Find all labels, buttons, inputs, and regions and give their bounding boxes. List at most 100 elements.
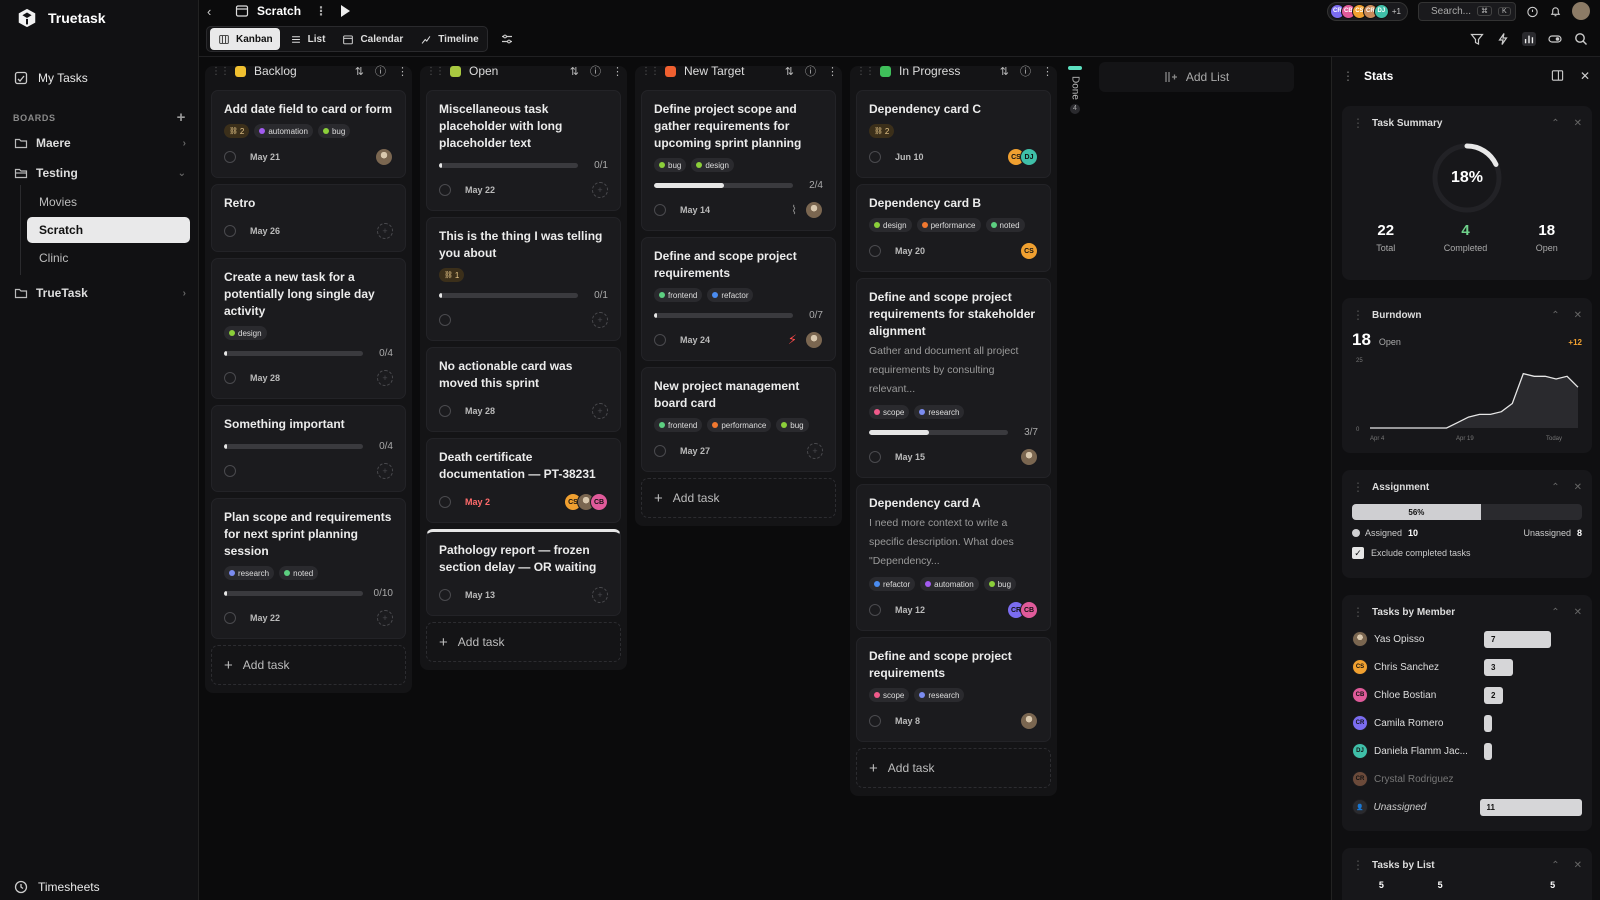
task-card[interactable]: Dependency card C ⛓ 2 Jun 10 CS DJ <box>856 90 1051 178</box>
due-date[interactable]: May 22 <box>250 613 280 623</box>
complete-checkbox[interactable] <box>224 225 236 237</box>
assignee-avatars[interactable]: CS CB <box>564 493 608 511</box>
add-assignee-icon[interactable]: + <box>592 182 608 198</box>
due-date[interactable]: May 27 <box>680 446 710 456</box>
complete-checkbox[interactable] <box>224 372 236 384</box>
complete-checkbox[interactable] <box>869 715 881 727</box>
assignee-avatars[interactable]: CS <box>1020 242 1038 260</box>
task-card[interactable]: Plan scope and requirements for next spr… <box>211 498 406 639</box>
sidebar-board-truetask[interactable]: TrueTask › <box>14 281 186 305</box>
collapse-icon[interactable]: ⌃ <box>1551 482 1559 493</box>
add-assignee-icon[interactable]: + <box>377 463 393 479</box>
add-board-icon[interactable]: + <box>177 110 186 125</box>
chevron-right-icon[interactable]: › <box>183 288 186 299</box>
member-row[interactable]: Yas Opisso 7 <box>1352 625 1582 653</box>
task-card[interactable]: Death certificate documentation — PT-382… <box>426 438 621 523</box>
complete-checkbox[interactable] <box>439 589 451 601</box>
member-avatars[interactable]: CR CB CS CR DJ +1 <box>1326 1 1408 21</box>
due-date[interactable]: May 28 <box>250 373 280 383</box>
tag-research[interactable]: research <box>914 405 965 419</box>
collapse-icon[interactable]: ⌃ <box>1551 310 1559 321</box>
add-assignee-icon[interactable]: + <box>592 312 608 328</box>
close-icon[interactable]: ✕ <box>1574 310 1582 321</box>
due-date[interactable]: May 22 <box>465 185 495 195</box>
add-list-button[interactable]: Add List <box>1099 62 1294 92</box>
add-assignee-icon[interactable]: + <box>377 223 393 239</box>
task-card[interactable]: Miscellaneous task placeholder with long… <box>426 90 621 211</box>
tag-noted[interactable]: noted <box>279 566 319 580</box>
complete-checkbox[interactable] <box>439 184 451 196</box>
due-date[interactable]: May 26 <box>250 226 280 236</box>
drag-handle-icon[interactable]: ⋮⋮ <box>641 66 660 77</box>
dock-panel-icon[interactable] <box>1551 69 1564 82</box>
sidebar-item-movies[interactable]: Movies <box>27 189 190 215</box>
bell-icon[interactable] <box>1549 5 1562 18</box>
tag-noted[interactable]: noted <box>985 218 1025 232</box>
tag-research[interactable]: research <box>224 566 275 580</box>
close-icon[interactable]: ✕ <box>1574 860 1582 871</box>
column-menu-icon[interactable]: ⋮ <box>397 65 408 78</box>
collapse-icon[interactable]: ⌃ <box>1551 118 1559 129</box>
task-card[interactable]: Retro May 26 + <box>211 184 406 252</box>
info-icon[interactable]: ⓘ <box>805 63 816 79</box>
task-card[interactable]: Dependency card B design performance noted M… <box>856 184 1051 272</box>
sort-icon[interactable]: ⇅ <box>355 65 364 78</box>
tab-list[interactable]: List <box>282 28 333 50</box>
chevron-down-icon[interactable]: ⌄ <box>178 168 186 179</box>
assignee-avatars[interactable] <box>1020 448 1038 466</box>
tag-scope[interactable]: scope <box>869 405 910 419</box>
toggle-icon[interactable] <box>1548 32 1562 46</box>
tag-bug[interactable]: bug <box>317 124 351 138</box>
task-card[interactable]: Define and scope project requirements fo… <box>856 278 1051 478</box>
sidebar-item-scratch[interactable]: Scratch <box>27 217 190 243</box>
tab-timeline[interactable]: Timeline <box>412 28 485 50</box>
complete-checkbox[interactable] <box>224 151 236 163</box>
checkbox-checked-icon[interactable]: ✓ <box>1352 547 1364 559</box>
complete-checkbox[interactable] <box>439 496 451 508</box>
due-date[interactable]: May 8 <box>895 716 920 726</box>
info-icon[interactable]: ⓘ <box>375 63 386 79</box>
task-card[interactable]: This is the thing I was telling you abou… <box>426 217 621 341</box>
assignee-avatars[interactable] <box>805 201 823 219</box>
add-assignee-icon[interactable]: + <box>377 610 393 626</box>
complete-checkbox[interactable] <box>654 204 666 216</box>
member-row[interactable]: DJ Daniela Flamm Jac... <box>1352 737 1582 765</box>
due-date[interactable]: Jun 10 <box>895 152 924 162</box>
drag-handle-icon[interactable]: ⋮⋮ <box>211 66 230 77</box>
complete-checkbox[interactable] <box>439 405 451 417</box>
add-task-button[interactable]: + Add task <box>211 645 406 685</box>
dependency-badge[interactable]: ⛓ 1 <box>439 268 465 282</box>
task-card[interactable]: Create a new task for a potentially long… <box>211 258 406 399</box>
tag-automation[interactable]: automation <box>920 577 979 591</box>
info-icon[interactable]: ⓘ <box>590 63 601 79</box>
close-icon[interactable]: ✕ <box>1574 482 1582 493</box>
tag-refactor[interactable]: refactor <box>869 577 916 591</box>
tab-calendar[interactable]: Calendar <box>334 28 410 50</box>
due-date[interactable]: May 21 <box>250 152 280 162</box>
exclude-completed-toggle[interactable]: ✓ Exclude completed tasks <box>1352 547 1582 559</box>
stats-chart-icon[interactable] <box>1522 32 1536 46</box>
due-date[interactable]: May 20 <box>895 246 925 256</box>
complete-checkbox[interactable] <box>869 245 881 257</box>
nav-my-tasks[interactable]: My Tasks <box>14 66 198 90</box>
complete-checkbox[interactable] <box>654 445 666 457</box>
due-date[interactable]: May 15 <box>895 452 925 462</box>
sort-icon[interactable]: ⇅ <box>785 65 794 78</box>
task-card[interactable]: Dependency card A I need more context to … <box>856 484 1051 631</box>
drag-handle-icon[interactable]: ⋮⋮ <box>426 66 445 77</box>
due-date[interactable]: May 13 <box>465 590 495 600</box>
complete-checkbox[interactable] <box>869 451 881 463</box>
task-card[interactable]: Add date field to card or form ⛓ 2 automati… <box>211 90 406 178</box>
tab-kanban[interactable]: Kanban <box>210 28 280 50</box>
drag-handle-icon[interactable]: ⋮ <box>1352 308 1364 322</box>
complete-checkbox[interactable] <box>869 604 881 616</box>
search-input[interactable]: Search... ⌘ K <box>1418 1 1516 21</box>
board-menu-icon[interactable]: ⋮ <box>315 4 327 18</box>
tag-frontend[interactable]: frontend <box>654 418 703 432</box>
column-menu-icon[interactable]: ⋮ <box>1042 65 1053 78</box>
dependency-badge[interactable]: ⛓ 2 <box>869 124 895 138</box>
drag-handle-icon[interactable]: ⋮ <box>1352 605 1364 619</box>
assignee-avatars[interactable]: CS DJ <box>1007 148 1038 166</box>
drag-handle-icon[interactable]: ⋮⋮ <box>856 66 875 77</box>
task-card[interactable]: Define and scope project requirements fro… <box>641 237 836 361</box>
